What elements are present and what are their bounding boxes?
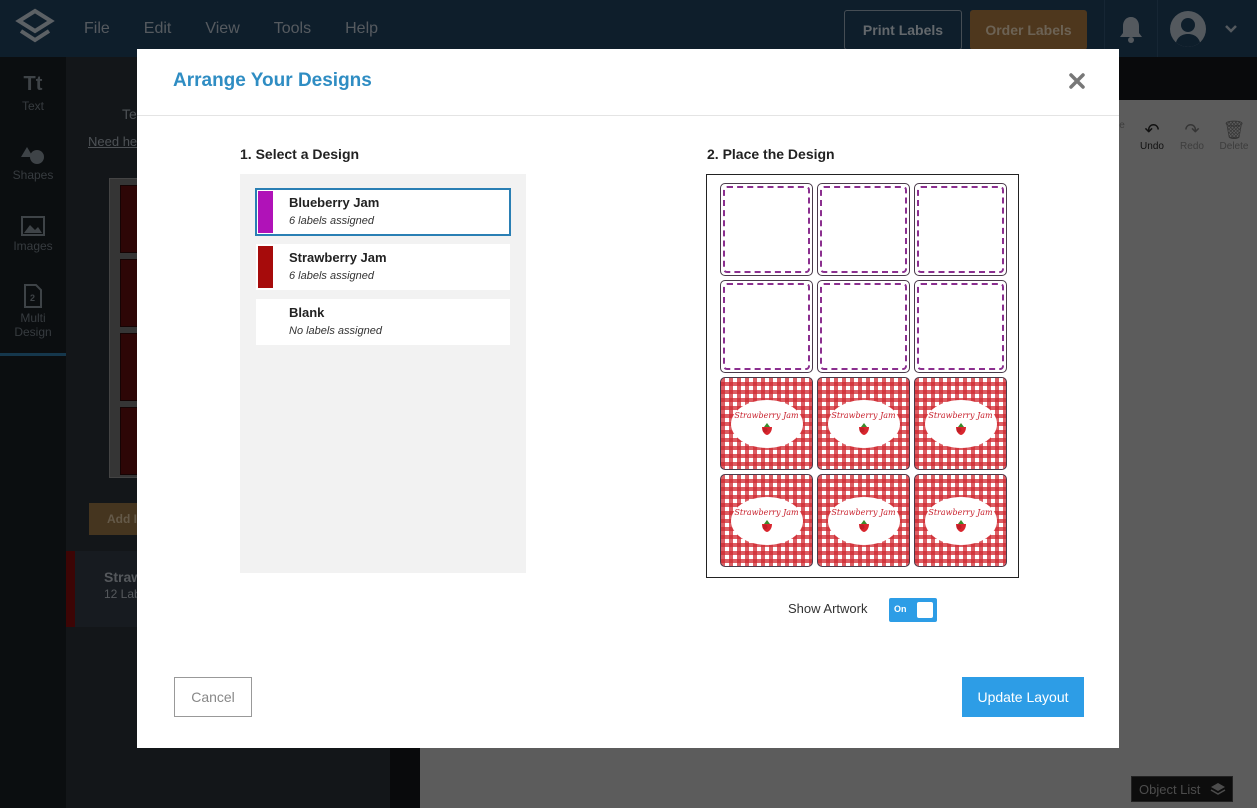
strawberry-icon (955, 423, 966, 435)
close-icon[interactable] (1065, 69, 1089, 93)
label-cell-strawberry[interactable]: Strawberry Jam (720, 377, 813, 470)
design-count: 6 labels assigned (289, 215, 375, 227)
label-cell-strawberry[interactable]: Strawberry Jam (914, 377, 1007, 470)
strawberry-icon (858, 520, 869, 532)
arrange-designs-dialog: Arrange Your Designs 1. Select a Design … (137, 49, 1119, 748)
label-cell-empty[interactable] (720, 280, 813, 373)
show-artwork-toggle[interactable]: On (889, 598, 937, 622)
label-cell-strawberry[interactable]: Strawberry Jam (817, 377, 910, 470)
toggle-state-label: On (894, 604, 907, 614)
strawberry-icon (858, 423, 869, 435)
toggle-knob (917, 602, 933, 618)
label-sheet-preview: Strawberry Jam Strawberry Jam Strawberry J… (706, 174, 1019, 578)
label-cell-strawberry[interactable]: Strawberry Jam (720, 474, 813, 567)
label-art-text: Strawberry Jam (831, 508, 896, 517)
dialog-title: Arrange Your Designs (173, 70, 372, 91)
design-item-blueberry-jam[interactable]: Blueberry Jam 6 labels assigned (255, 188, 511, 236)
label-cell-strawberry[interactable]: Strawberry Jam (817, 474, 910, 567)
label-cell-empty[interactable] (914, 183, 1007, 276)
strawberry-icon (761, 520, 772, 532)
cancel-button[interactable]: Cancel (174, 677, 252, 717)
label-art-text: Strawberry Jam (928, 508, 993, 517)
label-oval: Strawberry Jam (730, 496, 803, 545)
design-count: No labels assigned (289, 325, 382, 337)
design-name: Blueberry Jam (289, 195, 380, 210)
show-artwork-label: Show Artwork (788, 601, 868, 616)
design-item-blank[interactable]: Blank No labels assigned (256, 299, 510, 345)
design-count: 6 labels assigned (289, 270, 375, 282)
label-oval: Strawberry Jam (924, 399, 997, 448)
strawberry-icon (955, 520, 966, 532)
design-color-swatch (258, 191, 273, 233)
select-design-heading: 1. Select a Design (240, 146, 360, 162)
label-oval: Strawberry Jam (827, 496, 900, 545)
label-cell-empty[interactable] (720, 183, 813, 276)
design-list: Blueberry Jam 6 labels assigned Strawber… (240, 174, 526, 573)
label-cell-empty[interactable] (914, 280, 1007, 373)
label-cell-empty[interactable] (817, 280, 910, 373)
design-name: Blank (289, 305, 325, 320)
design-color-swatch (258, 246, 273, 288)
label-oval: Strawberry Jam (924, 496, 997, 545)
label-cell-strawberry[interactable]: Strawberry Jam (914, 474, 1007, 567)
strawberry-icon (761, 423, 772, 435)
update-layout-button[interactable]: Update Layout (962, 677, 1084, 717)
label-oval: Strawberry Jam (730, 399, 803, 448)
label-cell-empty[interactable] (817, 183, 910, 276)
place-design-heading: 2. Place the Design (707, 146, 835, 162)
label-art-text: Strawberry Jam (831, 411, 896, 420)
design-item-strawberry-jam[interactable]: Strawberry Jam 6 labels assigned (256, 244, 510, 290)
label-art-text: Strawberry Jam (734, 411, 799, 420)
label-art-text: Strawberry Jam (928, 411, 993, 420)
label-oval: Strawberry Jam (827, 399, 900, 448)
dialog-header: Arrange Your Designs (137, 49, 1119, 116)
label-art-text: Strawberry Jam (734, 508, 799, 517)
design-name: Strawberry Jam (289, 250, 387, 265)
